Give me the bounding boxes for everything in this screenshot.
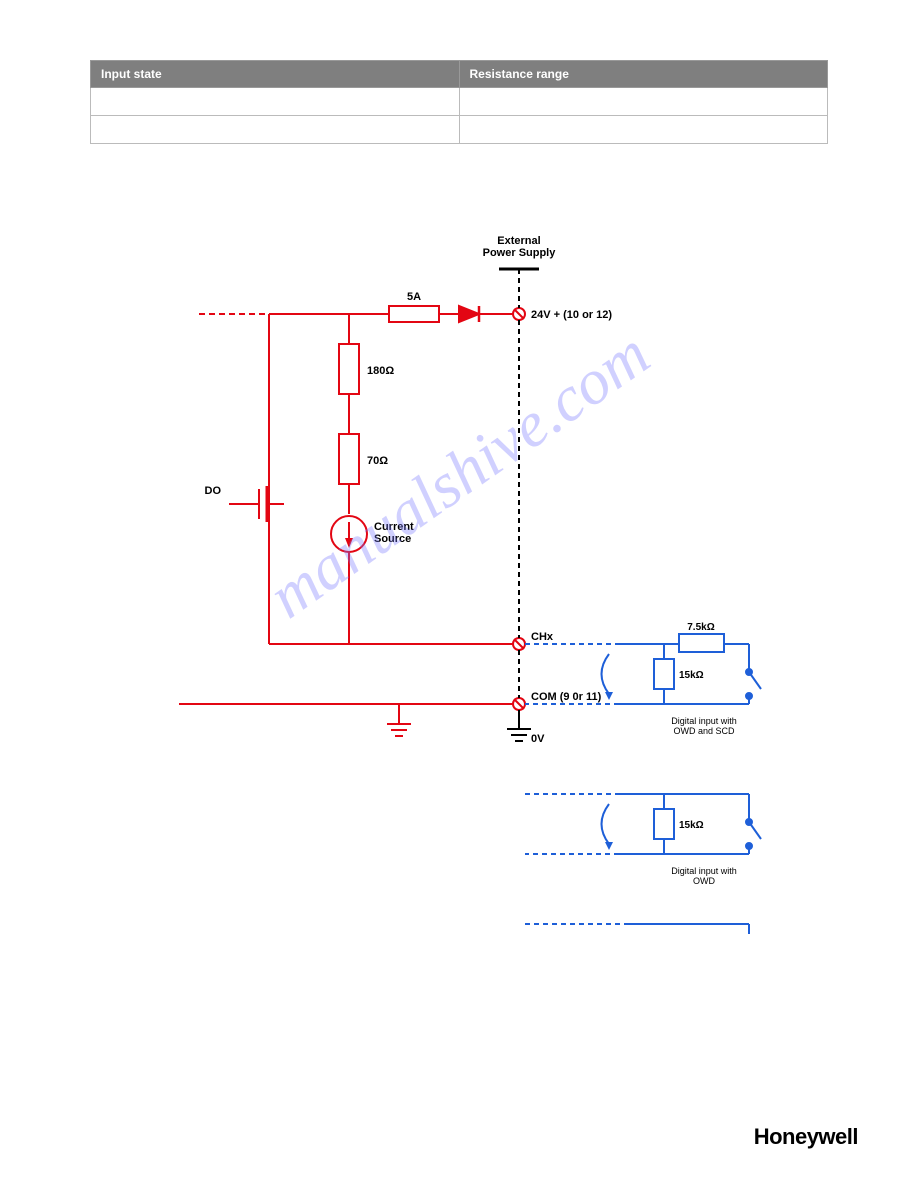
label-fuse: 5A	[407, 291, 421, 303]
label-r15k-b: 15kΩ	[679, 820, 704, 831]
label-current-source: CurrentSource	[374, 521, 414, 545]
label-r180: 180Ω	[367, 365, 394, 377]
label-com: COM (9 0r 11)	[531, 691, 602, 703]
label-do: DO	[205, 485, 222, 497]
caption-b: Digital input withOWD	[671, 866, 737, 886]
label-ext-power: ExternalPower Supply	[483, 235, 557, 259]
label-r70: 70Ω	[367, 455, 388, 467]
circuit-diagram: ExternalPower Supply 5A 180Ω 70Ω DO Curr…	[90, 214, 828, 939]
table-header-resistance-range: Resistance range	[459, 61, 828, 88]
label-0v: 0V	[531, 733, 545, 745]
table-row	[91, 88, 828, 116]
label-r7-5k: 7.5kΩ	[687, 622, 714, 633]
label-chx: CHx	[531, 631, 554, 643]
table-row	[91, 116, 828, 144]
spec-table: Input state Resistance range	[90, 60, 828, 144]
table-cell	[459, 88, 828, 116]
caption-a: Digital input withOWD and SCD	[671, 716, 737, 736]
table-cell	[91, 88, 460, 116]
table-cell	[91, 116, 460, 144]
table-header-input-state: Input state	[91, 61, 460, 88]
brand-logo: Honeywell	[754, 1124, 858, 1150]
label-r15k-a: 15kΩ	[679, 670, 704, 681]
table-cell	[459, 116, 828, 144]
label-24v: 24V + (10 or 12)	[531, 309, 612, 321]
